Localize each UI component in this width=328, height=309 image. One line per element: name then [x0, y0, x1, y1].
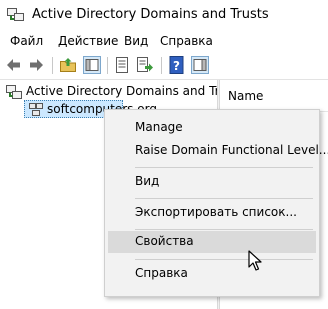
domains-trusts-root-icon — [6, 85, 22, 99]
help-icon[interactable]: ? — [168, 56, 186, 74]
context-menu-item-label: Свойства — [135, 234, 194, 248]
context-menu-item-properties[interactable]: Свойства — [108, 231, 316, 253]
properties-icon[interactable] — [113, 56, 131, 74]
context-menu-separator — [135, 167, 313, 168]
mouse-cursor-icon — [248, 250, 262, 271]
toolbar-separator — [52, 57, 53, 74]
toolbar: ? — [0, 52, 328, 80]
context-menu-item-export-list[interactable]: Экспортировать список... — [108, 202, 316, 224]
export-list-icon[interactable] — [136, 56, 154, 74]
title-bar: Active Directory Domains and Trusts — [0, 0, 328, 31]
window-title: Active Directory Domains and Trusts — [32, 7, 269, 22]
menu-view[interactable]: Вид — [124, 34, 148, 48]
column-header-name[interactable]: Name — [228, 89, 263, 103]
menu-action[interactable]: Действие — [58, 34, 118, 48]
domains-trusts-app-icon — [7, 8, 24, 21]
menu-help[interactable]: Справка — [160, 34, 213, 48]
toolbar-separator — [161, 57, 162, 74]
context-menu-item-label: Вид — [135, 174, 160, 188]
context-menu: Manage Raise Domain Functional Level... … — [104, 109, 328, 297]
forward-arrow-icon[interactable] — [27, 56, 45, 74]
menu-bar: Файл Действие Вид Справка — [0, 31, 328, 52]
context-menu-separator — [135, 259, 313, 260]
show-hide-tree-icon[interactable] — [83, 56, 101, 74]
domain-icon — [29, 103, 43, 116]
action-pane-icon[interactable] — [191, 56, 209, 74]
context-menu-item-help[interactable]: Справка — [108, 263, 316, 285]
toolbar-separator — [107, 57, 108, 74]
context-menu-item-view[interactable]: Вид — [108, 171, 316, 193]
menu-file[interactable]: Файл — [10, 34, 43, 48]
context-menu-separator — [135, 198, 313, 199]
svg-text:?: ? — [173, 59, 180, 73]
context-menu-item-label: Справка — [135, 266, 188, 280]
tree-root-label[interactable]: Active Directory Domains and Trusts — [26, 84, 244, 98]
folder-up-icon[interactable] — [59, 56, 77, 74]
context-menu-item-raise-level[interactable]: Raise Domain Functional Level... — [108, 140, 328, 162]
context-menu-item-manage[interactable]: Manage — [108, 117, 316, 139]
back-arrow-icon[interactable] — [5, 56, 23, 74]
context-menu-item-label: Manage — [135, 120, 183, 134]
context-menu-separator — [135, 229, 313, 230]
context-menu-item-label: Raise Domain Functional Level... — [135, 143, 328, 157]
context-menu-item-label: Экспортировать список... — [135, 205, 297, 219]
